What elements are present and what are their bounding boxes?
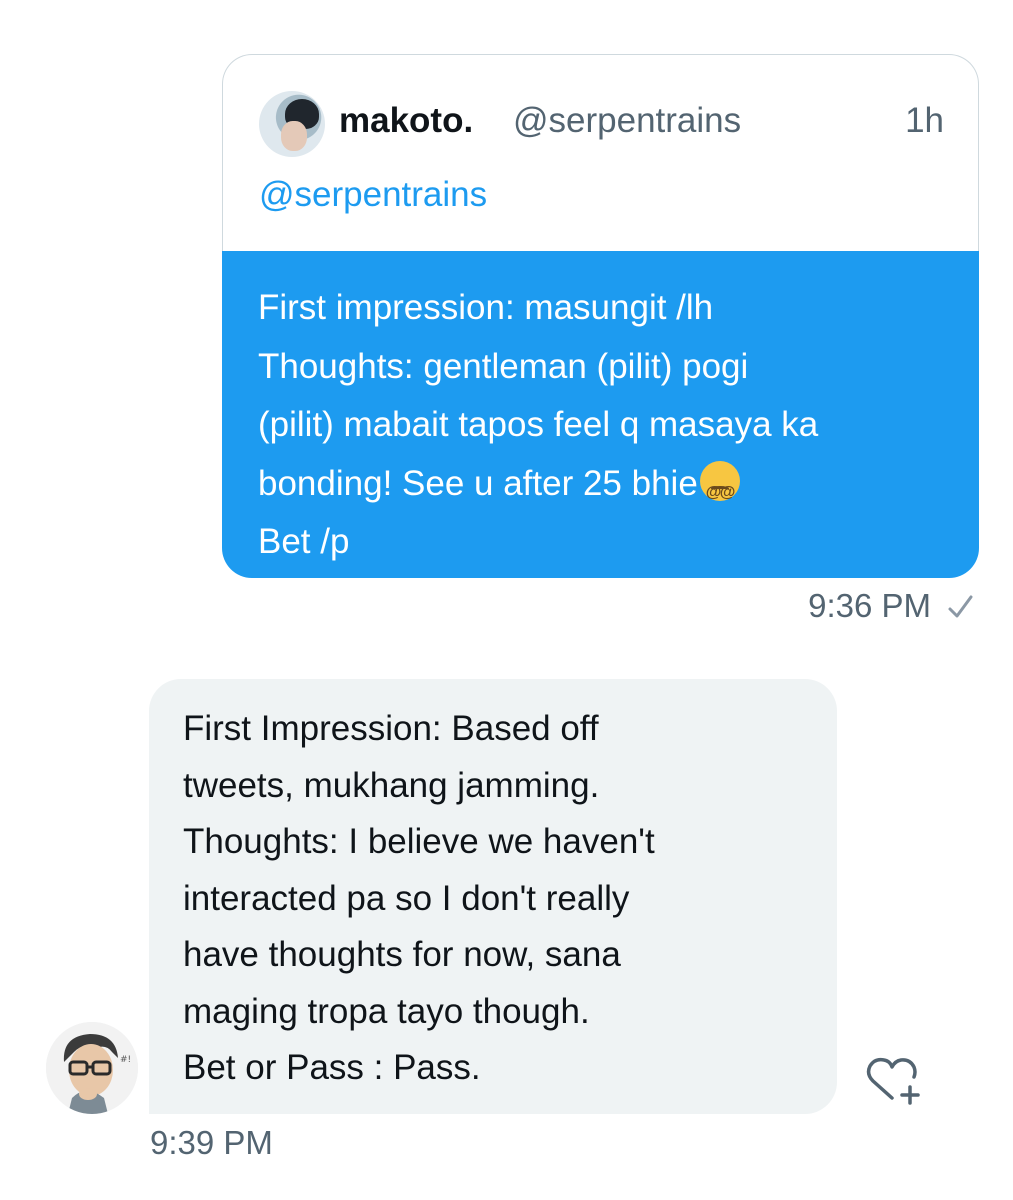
message-line: have thoughts for now, sana [183,935,621,974]
message-line: Thoughts: gentleman (pilit) pogi [258,346,749,386]
quoted-tweet-card[interactable]: makoto. @serpentrains 1h @serpentrains [222,54,979,251]
received-message-bubble[interactable]: First Impression: Based off tweets, mukh… [149,679,837,1114]
sender-avatar[interactable]: #! [46,1022,138,1114]
quoted-tweet-mention-link[interactable]: @serpentrains [259,175,487,215]
message-line: Thoughts: I believe we haven't [183,822,655,861]
message-line: interacted pa so I don't really [183,878,630,918]
sent-timestamp: 9:36 PM [808,587,931,624]
message-line: bonding! See u after 25 bhie [258,455,949,522]
quoted-author-name[interactable]: makoto. [339,101,473,141]
quoted-tweet-time: 1h [905,101,944,140]
message-line-text: bonding! See u after 25 bhie [258,463,698,503]
message-line: First impression: masungit /lh [258,288,714,327]
message-line: Bet /p [258,522,350,561]
quoted-author-avatar[interactable] [259,91,325,157]
quoted-author-handle: @serpentrains [513,101,742,140]
sent-message-meta: 9:36 PM [808,587,975,625]
heart-plus-icon[interactable] [864,1054,930,1106]
check-icon [948,595,973,618]
message-line: First Impression: Based off [183,709,599,748]
dizzy-face-emoji-icon [699,460,740,522]
sent-message-bubble[interactable]: First impression: masungit /lh Thoughts:… [222,251,979,578]
received-timestamp: 9:39 PM [150,1124,273,1161]
message-line: tweets, mukhang jamming. [183,765,600,805]
svg-text:#!: #! [120,1055,131,1065]
sent-message[interactable]: makoto. @serpentrains 1h @serpentrains F… [222,54,979,578]
message-line: (pilit) mabait tapos feel q masaya ka [258,405,819,444]
message-line: Bet or Pass : Pass. [183,1048,481,1087]
message-line: maging tropa tayo though. [183,991,590,1031]
sender-avatar-illustration: #! [46,1022,138,1114]
